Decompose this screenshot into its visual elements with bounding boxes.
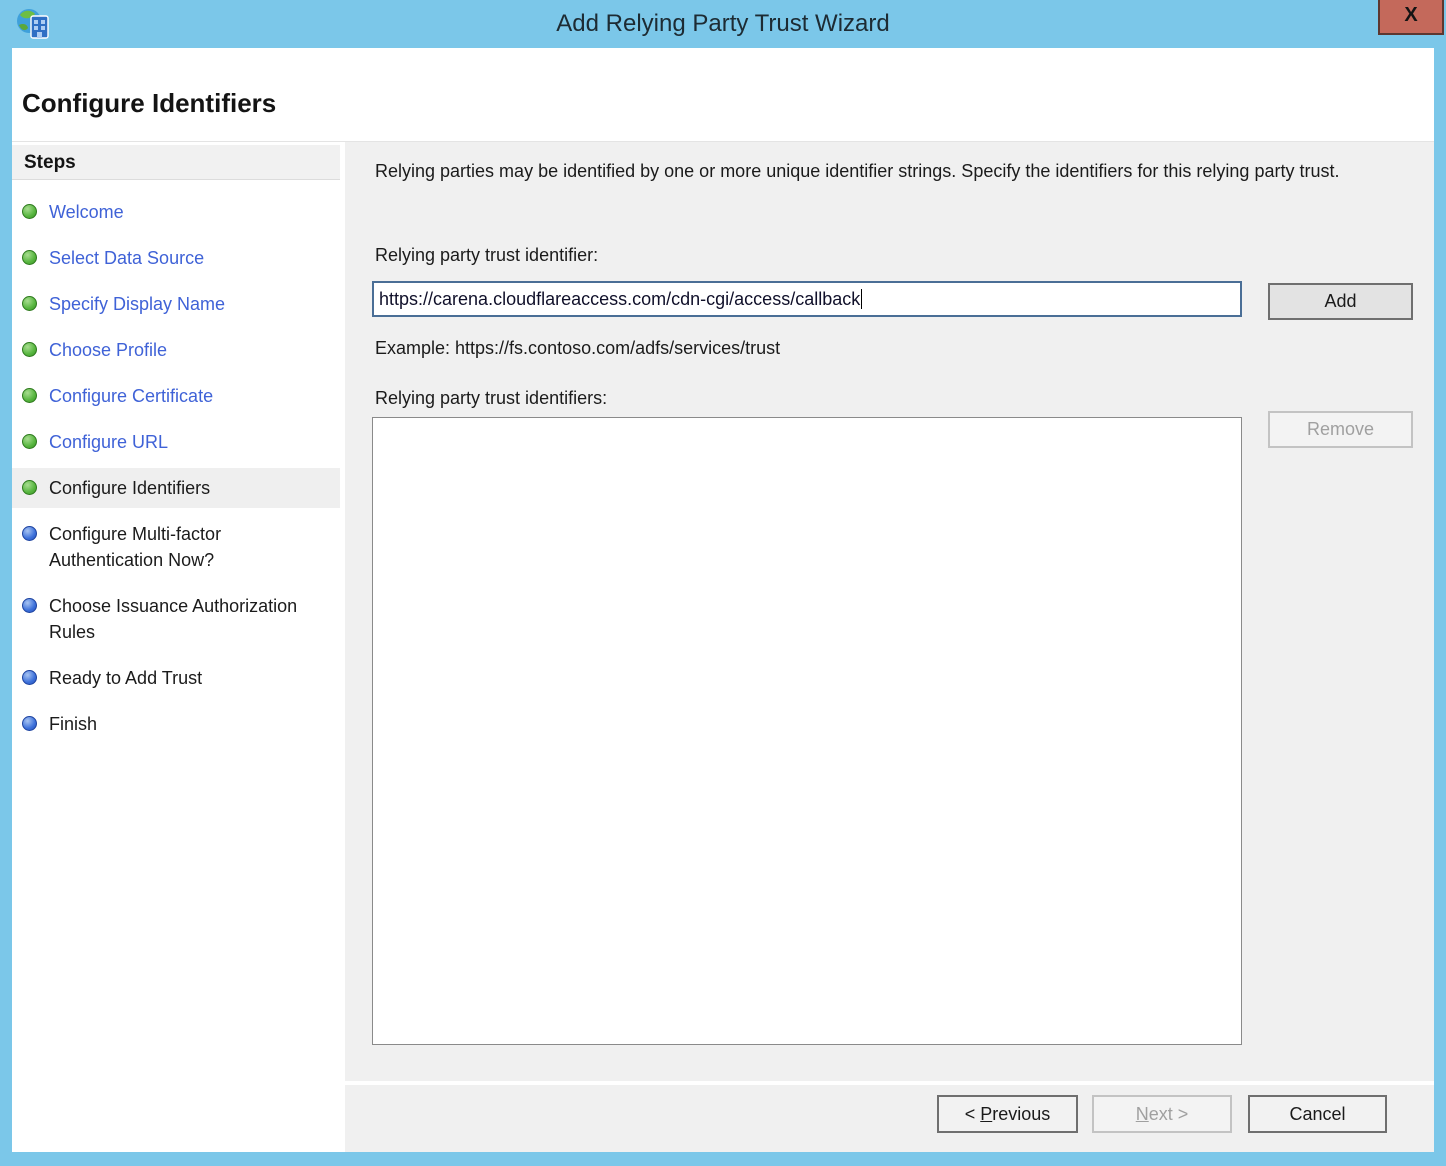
add-button[interactable]: Add <box>1268 283 1413 320</box>
step-bullet-icon <box>22 716 37 731</box>
step-bullet-icon <box>22 388 37 403</box>
identifiers-list-label: Relying party trust identifiers: <box>375 388 607 409</box>
step-bullet-icon <box>22 296 37 311</box>
step-label: Finish <box>49 711 315 737</box>
window-title: Add Relying Party Trust Wizard <box>0 10 1446 38</box>
close-button[interactable]: X <box>1378 0 1444 35</box>
step-label: Configure URL <box>49 429 315 455</box>
sidebar-step-specify-display-name[interactable]: Specify Display Name <box>12 284 340 324</box>
step-bullet-icon <box>22 342 37 357</box>
sidebar-step-configure-certificate[interactable]: Configure Certificate <box>12 376 340 416</box>
text-caret <box>861 289 862 309</box>
content-panel: Relying parties may be identified by one… <box>345 142 1434 1152</box>
step-bullet-icon <box>22 250 37 265</box>
step-label: Select Data Source <box>49 245 315 271</box>
sidebar-step-welcome[interactable]: Welcome <box>12 192 340 232</box>
sidebar-step-select-data-source[interactable]: Select Data Source <box>12 238 340 278</box>
step-bullet-icon <box>22 434 37 449</box>
step-label: Specify Display Name <box>49 291 315 317</box>
sidebar-step-configure-multi-factor-authentication-now: Configure Multi-factor Authentication No… <box>12 514 340 580</box>
intro-text: Relying parties may be identified by one… <box>375 158 1401 185</box>
sidebar-step-ready-to-add-trust: Ready to Add Trust <box>12 658 340 698</box>
sidebar-step-finish: Finish <box>12 704 340 744</box>
step-bullet-icon <box>22 204 37 219</box>
relying-party-identifiers-listbox[interactable] <box>372 417 1242 1045</box>
step-label: Ready to Add Trust <box>49 665 315 691</box>
step-label: Choose Issuance Authorization Rules <box>49 593 315 645</box>
sidebar-step-configure-identifiers[interactable]: Configure Identifiers <box>12 468 340 508</box>
steps-list: Welcome Select Data Source Specify Displ… <box>12 180 340 744</box>
identifier-input[interactable]: https://carena.cloudflareaccess.com/cdn-… <box>372 281 1242 317</box>
sidebar-step-choose-issuance-authorization-rules: Choose Issuance Authorization Rules <box>12 586 340 652</box>
title-bar: Add Relying Party Trust Wizard X <box>0 0 1446 48</box>
steps-sidebar: Steps Welcome Select Data Source Specify… <box>12 142 340 1152</box>
identifier-input-value: https://carena.cloudflareaccess.com/cdn-… <box>379 289 860 309</box>
step-label: Configure Multi-factor Authentication No… <box>49 521 315 573</box>
step-label: Choose Profile <box>49 337 315 363</box>
page-title: Configure Identifiers <box>22 88 1434 119</box>
identifier-label: Relying party trust identifier: <box>375 245 598 266</box>
previous-button[interactable]: < Previous <box>937 1095 1078 1133</box>
step-label: Configure Certificate <box>49 383 315 409</box>
step-label: Configure Identifiers <box>49 475 315 501</box>
sidebar-step-configure-url[interactable]: Configure URL <box>12 422 340 462</box>
step-bullet-icon <box>22 526 37 541</box>
step-label: Welcome <box>49 199 315 225</box>
step-bullet-icon <box>22 480 37 495</box>
step-bullet-icon <box>22 598 37 613</box>
step-bullet-icon <box>22 670 37 685</box>
footer-bar: < Previous Next > Cancel <box>345 1081 1434 1152</box>
remove-button: Remove <box>1268 411 1413 448</box>
example-text: Example: https://fs.contoso.com/adfs/ser… <box>375 338 780 359</box>
wizard-body: Configure Identifiers Steps Welcome Sele… <box>12 48 1434 1152</box>
page-header: Configure Identifiers <box>12 48 1434 142</box>
adfs-wizard-icon <box>16 7 52 41</box>
cancel-button[interactable]: Cancel <box>1248 1095 1387 1133</box>
steps-heading: Steps <box>12 145 340 180</box>
next-button: Next > <box>1092 1095 1232 1133</box>
sidebar-step-choose-profile[interactable]: Choose Profile <box>12 330 340 370</box>
